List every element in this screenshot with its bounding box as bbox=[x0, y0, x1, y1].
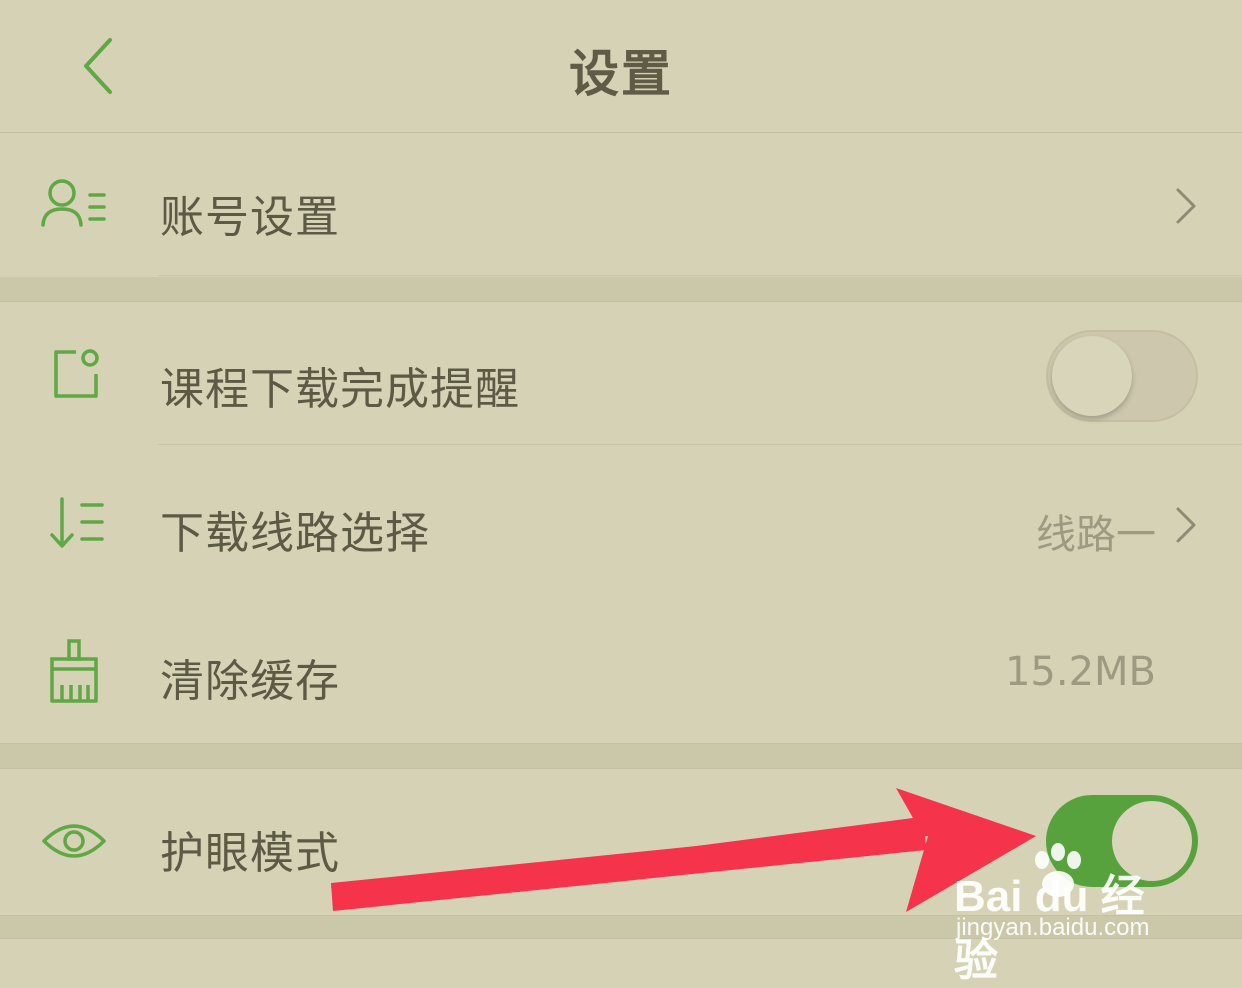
settings-row-clear-cache[interactable]: 清除缓存 15.2MB bbox=[0, 597, 1242, 743]
account-settings-label: 账号设置 bbox=[160, 192, 340, 243]
eye-protection-label: 护眼模式 bbox=[160, 828, 340, 879]
settings-row-account[interactable]: 账号设置 bbox=[0, 133, 1242, 276]
account-list-icon bbox=[41, 179, 106, 227]
cache-size-value: 15.2MB bbox=[1004, 649, 1156, 695]
row-divider bbox=[158, 275, 1242, 276]
download-reminder-toggle[interactable] bbox=[1046, 330, 1198, 422]
watermark-url: jingyan.baidu.com bbox=[956, 914, 1150, 941]
settings-row-download-reminder: 课程下载完成提醒 bbox=[0, 302, 1242, 445]
section-gap bbox=[0, 744, 1242, 768]
chevron-right-icon bbox=[1176, 188, 1196, 224]
download-route-value: 线路一 bbox=[1036, 512, 1156, 558]
eye-icon bbox=[42, 824, 106, 858]
toggle-knob bbox=[1052, 336, 1132, 416]
notification-square-icon bbox=[54, 349, 99, 398]
page-title: 设置 bbox=[569, 45, 673, 103]
download-reminder-label: 课程下载完成提醒 bbox=[160, 364, 520, 415]
baidu-watermark: Bai du 经验 jingyan.baidu.com bbox=[948, 842, 1188, 985]
download-route-label: 下载线路选择 bbox=[160, 508, 430, 559]
section-gap bbox=[0, 277, 1242, 301]
nav-header: 设置 bbox=[0, 0, 1242, 132]
settings-row-download-route[interactable]: 下载线路选择 线路一 bbox=[0, 445, 1242, 597]
sort-list-icon bbox=[50, 497, 104, 548]
chevron-right-icon bbox=[1176, 507, 1196, 543]
broom-icon bbox=[50, 639, 98, 703]
clear-cache-label: 清除缓存 bbox=[160, 656, 340, 707]
